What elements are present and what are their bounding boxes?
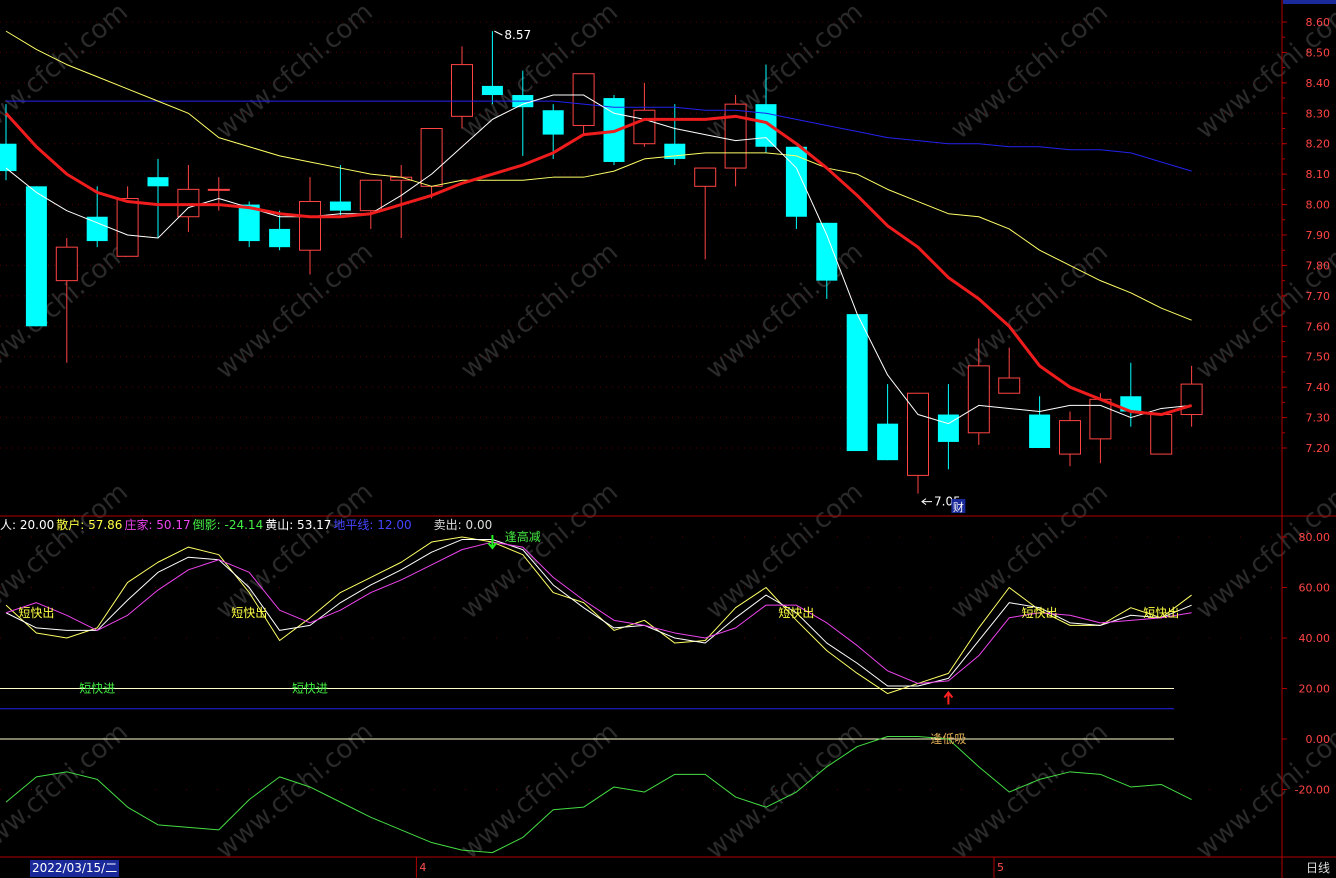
- candle-body-up: [694, 167, 717, 187]
- candle-body-up: [998, 377, 1021, 394]
- price-tick-label: 7.40: [1306, 381, 1331, 394]
- stock-chart: www.cfchi.com www.cfchi.com www.cfchi.com w…: [0, 0, 1336, 878]
- candle-body-down: [877, 423, 899, 461]
- indicator-value: 人: 20.00: [0, 518, 55, 532]
- watermark-text: www.cfchi.com: [700, 237, 869, 385]
- price-tick-label: 7.70: [1306, 290, 1331, 303]
- event-marker-label: 财: [953, 500, 964, 514]
- price-tick-label: 8.40: [1306, 77, 1331, 90]
- indicator-value: 散户: 57.86: [56, 518, 123, 532]
- indicator-value: 庄家: 50.17: [124, 518, 191, 532]
- candle-body-up: [55, 246, 78, 282]
- grid-layer: [0, 0, 1336, 878]
- month-marker-5: 5: [997, 861, 1004, 874]
- signal-label: 短快进: [292, 682, 328, 696]
- candle-body-up: [724, 103, 747, 169]
- candle-body-down: [481, 85, 503, 96]
- watermark-text: www.cfchi.com: [455, 237, 624, 385]
- candle-body-down: [816, 222, 838, 281]
- candle-body-up: [1180, 383, 1203, 416]
- candle-body-down: [25, 186, 47, 327]
- watermark-text: www.cfchi.com: [210, 237, 379, 385]
- watermark-text: www.cfchi.com: [455, 477, 624, 625]
- candle-body-down: [1029, 414, 1051, 448]
- ind-tick-label: 60.00: [1299, 582, 1331, 595]
- ind-tick-label: 40.00: [1299, 632, 1331, 645]
- indicator-value: 卖出: 0.00: [433, 518, 493, 532]
- ind-tick-label: 0.00: [1306, 733, 1331, 746]
- high-price-label: 8.57: [504, 28, 531, 42]
- candle-body-down: [846, 314, 868, 452]
- price-tick-label: 8.10: [1306, 168, 1331, 181]
- signal-label: 短快出: [231, 606, 267, 620]
- price-tick-label: 8.30: [1306, 107, 1331, 120]
- candle-body-down: [542, 110, 564, 135]
- candle-body-up: [299, 201, 321, 251]
- watermark-layer: www.cfchi.com www.cfchi.com www.cfchi.com w…: [0, 0, 1336, 865]
- signal-label: 逢高减: [505, 529, 541, 544]
- high-annotation-arrow: [494, 30, 503, 36]
- price-tick-label: 7.20: [1306, 442, 1331, 455]
- watermark-text: www.cfchi.com: [945, 0, 1114, 145]
- price-tick-label: 7.90: [1306, 229, 1331, 242]
- signal-label: 短快出: [1143, 606, 1179, 620]
- signal-label: 短快出: [778, 606, 814, 620]
- candle-body-up: [1150, 414, 1173, 455]
- axis-top-marker: [1283, 0, 1336, 4]
- price-tick-label: 7.50: [1306, 351, 1331, 364]
- price-tick-label: 8.00: [1306, 199, 1331, 212]
- candle-body-down: [269, 228, 291, 248]
- signal-label: 逢低吸: [930, 732, 966, 746]
- signal-label: 短快出: [18, 606, 54, 620]
- indicator-value: 倒影: -24.14: [192, 518, 264, 532]
- price-tick-label: 8.50: [1306, 46, 1331, 59]
- candle-body-up: [177, 188, 200, 218]
- ind-tick-label: 80.00: [1299, 531, 1331, 544]
- candle-body-up: [116, 197, 139, 257]
- cursor-date-label: 2022/03/15/二: [30, 860, 120, 877]
- candle-body-up: [451, 64, 473, 117]
- candle-body-down: [329, 201, 351, 211]
- price-tick-label: 7.60: [1306, 320, 1331, 333]
- period-label[interactable]: 日线: [1306, 860, 1330, 877]
- indicator-value: 黄山: 53.17: [265, 518, 332, 532]
- watermark-text: www.cfchi.com: [700, 477, 869, 625]
- candle-body-down: [755, 104, 777, 147]
- indicator-value: 地平线: 12.00: [333, 518, 412, 532]
- month-marker-4: 4: [419, 861, 427, 874]
- candle-body-up: [359, 179, 382, 212]
- price-tick-label: 8.60: [1306, 16, 1331, 29]
- ind-tick-label: -20.00: [1295, 784, 1330, 797]
- price-tick-label: 7.30: [1306, 412, 1331, 425]
- signal-label: 短快出: [1022, 606, 1058, 620]
- candle-body-down: [785, 146, 807, 217]
- indicator-title-bar: 人: 20.00 散户: 57.86 庄家: 50.17 倒影: -24.14 黄山: …: [0, 516, 494, 532]
- candle-body-up: [967, 365, 990, 434]
- watermark-text: www.cfchi.com: [1190, 477, 1336, 625]
- price-axis: 8.60 8.50 8.40 8.30 8.20 8.10 8.00 7.90 7.80 7.70…: [1282, 16, 1330, 797]
- signal-label: 短快进: [79, 682, 115, 696]
- candle-body-up: [207, 188, 230, 191]
- candle-body-up: [1059, 420, 1081, 455]
- candle-body-down: [147, 177, 169, 187]
- price-tick-label: 8.20: [1306, 138, 1331, 151]
- ind-tick-label: 20.00: [1299, 683, 1331, 696]
- candle-body-up: [633, 109, 656, 145]
- candle-body-down: [0, 143, 17, 172]
- price-tick-label: 7.80: [1306, 259, 1331, 272]
- candle-body-down: [937, 414, 959, 442]
- candle-body-up: [420, 128, 443, 187]
- watermark-text: www.cfchi.com: [945, 237, 1114, 385]
